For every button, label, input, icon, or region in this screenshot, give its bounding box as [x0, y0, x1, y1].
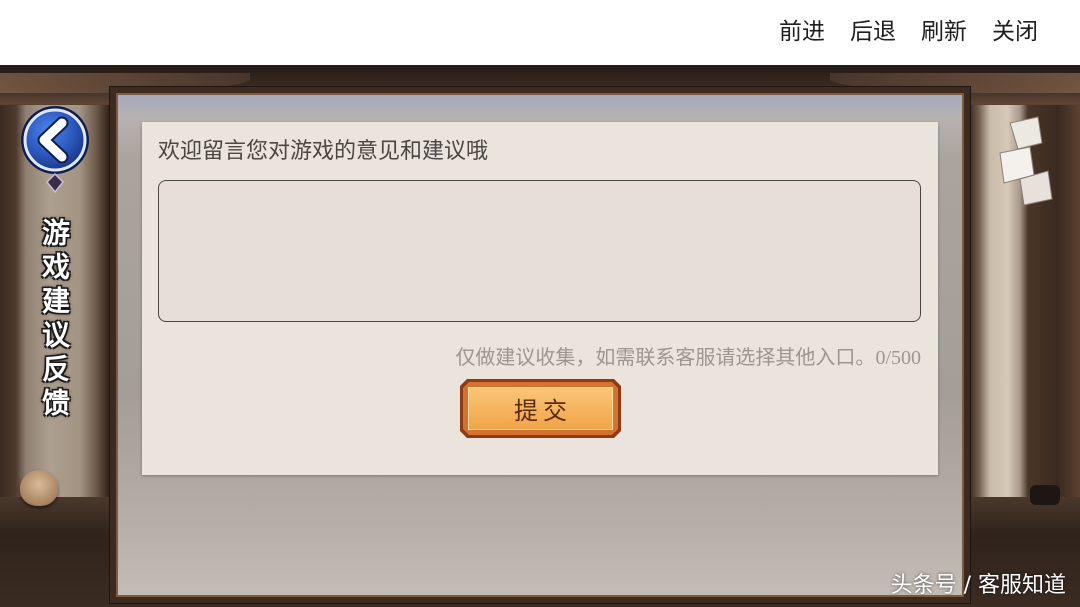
submit-label: 提交 — [514, 397, 572, 425]
feedback-hint: 仅做建议收集，如需联系客服请选择其他入口。0/500 — [455, 345, 921, 371]
browser-toolbar: 前进 后退 刷新 关闭 — [0, 0, 1080, 65]
feedback-panel: 欢迎留言您对游戏的意见和建议哦 仅做建议收集，如需联系客服请选择其他入口。0/5… — [142, 122, 938, 475]
submit-button[interactable]: 提交 — [460, 379, 621, 438]
floor-ornament — [1030, 485, 1060, 505]
game-scene: 游戏建议反馈 欢迎留言您对游戏的意见和建议哦 仅做建议收集，如需联系客服请选择其… — [0, 65, 1080, 607]
forward-link[interactable]: 前进 — [779, 21, 825, 44]
chevron-left-icon — [21, 106, 89, 194]
paper-ornament — [999, 116, 1053, 206]
sidebar-title: 游戏建议反馈 — [38, 218, 71, 422]
feedback-input[interactable] — [158, 180, 921, 322]
watermark: 头条号 / 客服知道 — [890, 573, 1066, 598]
close-link[interactable]: 关闭 — [992, 21, 1038, 44]
refresh-link[interactable]: 刷新 — [921, 21, 967, 44]
cat-ornament — [20, 470, 58, 506]
back-link[interactable]: 后退 — [850, 21, 896, 44]
char-counter: 0/500 — [875, 347, 921, 369]
toolbar-links: 前进 后退 刷新 关闭 — [779, 0, 1038, 65]
feedback-prompt: 欢迎留言您对游戏的意见和建议哦 — [158, 139, 489, 164]
submit-button-face: 提交 — [468, 387, 613, 430]
back-button[interactable] — [15, 100, 95, 200]
hint-text: 仅做建议收集，如需联系客服请选择其他入口。 — [455, 345, 876, 369]
